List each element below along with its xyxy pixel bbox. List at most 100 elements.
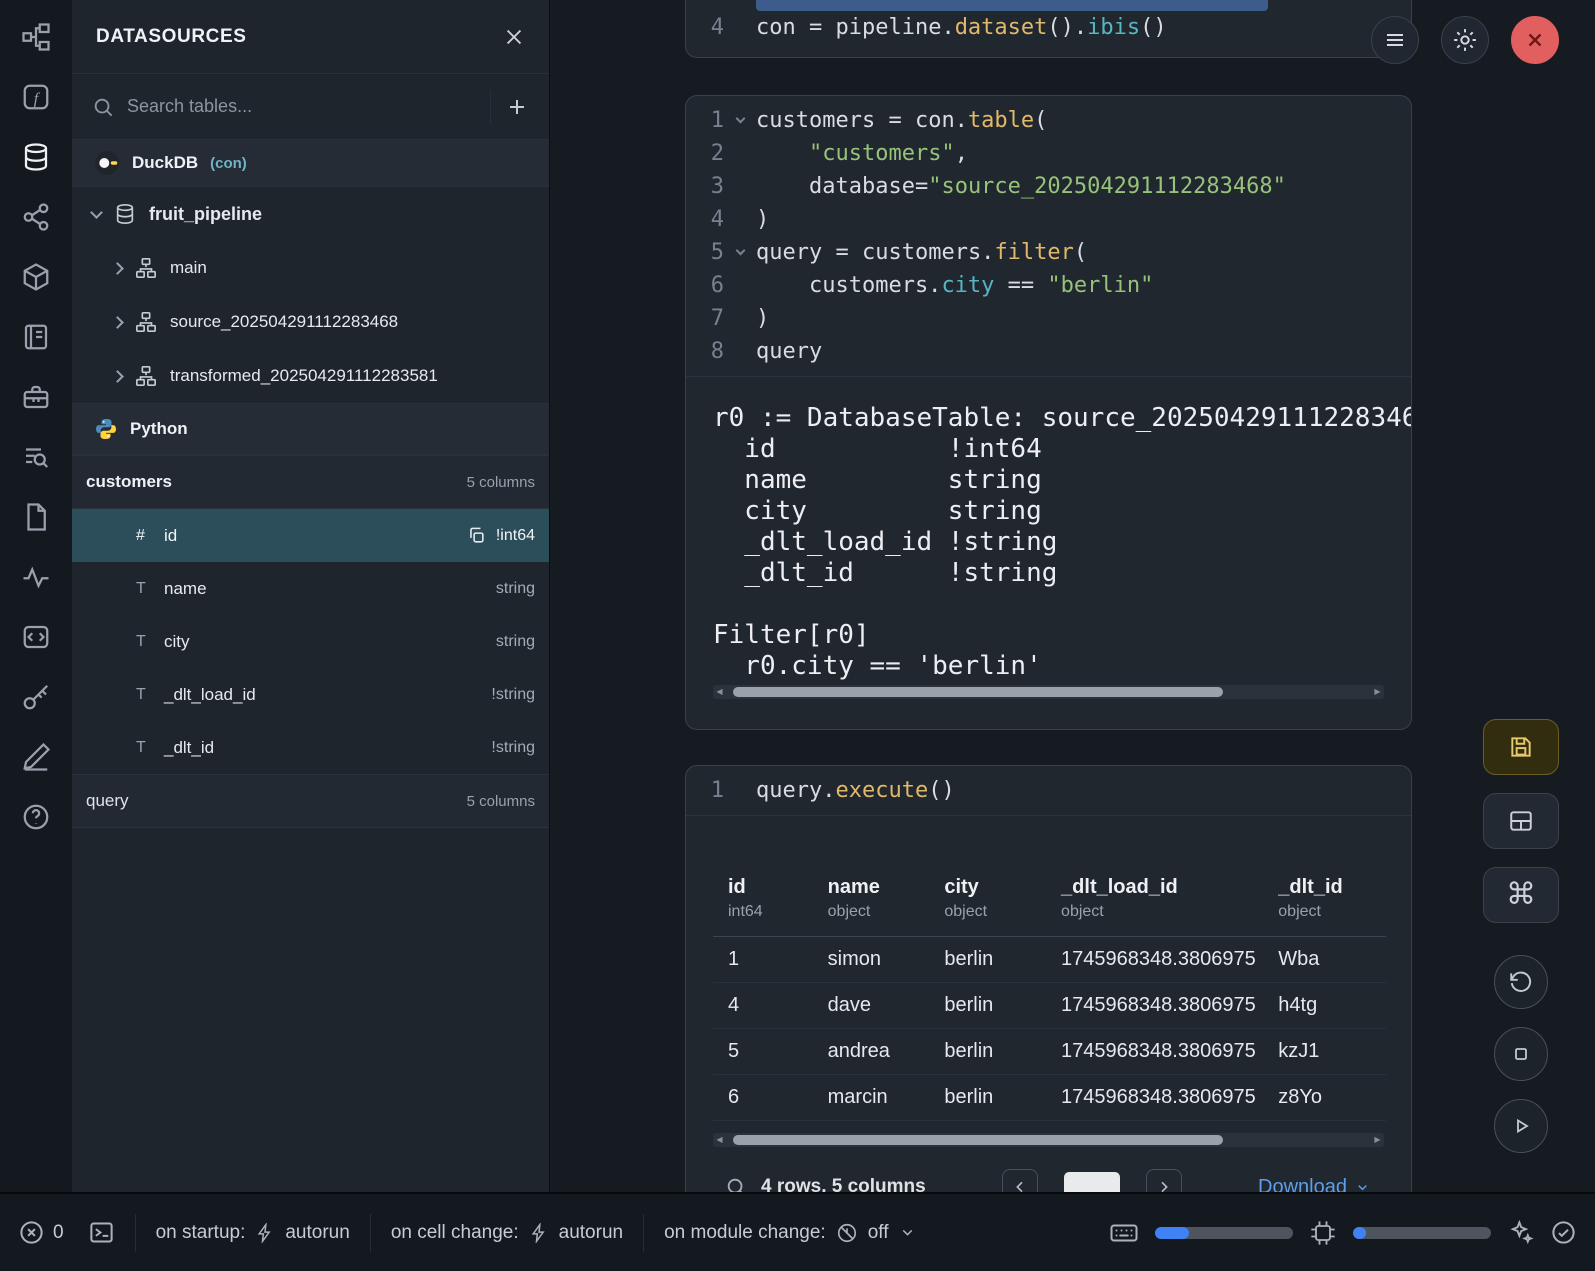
secrets-key-icon[interactable] (19, 680, 53, 714)
command-palette-button[interactable]: ⌘ (1483, 867, 1559, 923)
code-text[interactable]: con = pipeline.dataset().ibis() (756, 11, 1167, 44)
layout-button[interactable] (1483, 793, 1559, 849)
table-row[interactable]: 4daveberlin1745968348.3806975h4tg (713, 983, 1386, 1029)
chevron-down-icon (90, 206, 103, 219)
on-cell-change-setting[interactable]: on cell change: autorun (391, 1222, 623, 1244)
notebook-icon[interactable] (19, 320, 53, 354)
ibis-expression-output: r0 := DatabaseTable: source_202504291112… (713, 403, 1411, 682)
document-icon[interactable] (19, 500, 53, 534)
connected-status-icon[interactable] (1550, 1219, 1577, 1246)
line-number: 5 (686, 236, 724, 269)
scroll-left-icon[interactable]: ◀ (713, 1133, 726, 1147)
datasources-icon[interactable] (19, 140, 53, 174)
on-cell-change-value: autorun (559, 1222, 623, 1244)
python-section[interactable]: Python (72, 403, 549, 455)
code-editor[interactable]: 1customers = con.table( 2 "customers", 3… (686, 96, 1411, 376)
fold-chevron-icon[interactable] (735, 246, 745, 256)
code-cell-query[interactable]: 1customers = con.table( 2 "customers", 3… (685, 95, 1412, 730)
scroll-right-icon[interactable]: ▶ (1371, 1133, 1384, 1147)
column-row-dlt-load-id[interactable]: T _dlt_load_id !string (72, 668, 549, 721)
undo-button[interactable] (1494, 955, 1548, 1009)
packages-icon[interactable] (19, 260, 53, 294)
duckdb-connection[interactable]: DuckDB (con) (72, 140, 549, 187)
scrollbar-thumb[interactable] (733, 687, 1223, 697)
copy-icon[interactable] (467, 526, 486, 545)
marimo-app: f DATASOURCES DuckDB (con) (0, 0, 1595, 1271)
on-cell-change-label: on cell change: (391, 1222, 519, 1244)
function-icon[interactable]: f (19, 80, 53, 114)
terminal-button[interactable] (88, 1219, 115, 1246)
toolbox-icon[interactable] (19, 380, 53, 414)
notebook-toolbar (1371, 16, 1559, 64)
line-number: 2 (686, 137, 724, 170)
file-tree-icon[interactable] (19, 20, 53, 54)
horizontal-scrollbar[interactable]: ◀ ▶ (713, 1133, 1384, 1147)
ai-sparkles-icon[interactable] (1507, 1219, 1534, 1246)
on-startup-setting[interactable]: on startup: autorun (156, 1222, 350, 1244)
help-icon[interactable] (19, 800, 53, 834)
shutdown-button[interactable] (1511, 16, 1559, 64)
divider (135, 1214, 136, 1252)
tree-item-transformed-schema[interactable]: transformed_202504291112283581 (72, 349, 549, 403)
horizontal-scrollbar[interactable]: ◀ ▶ (713, 685, 1384, 699)
cpu-usage-meter[interactable] (1353, 1227, 1491, 1239)
search-outline-icon[interactable] (19, 440, 53, 474)
next-page-button[interactable] (1146, 1169, 1182, 1192)
download-button[interactable]: Download (1258, 1176, 1370, 1193)
schema-icon (135, 365, 157, 387)
column-count: 5 columns (467, 474, 535, 491)
column-row-city[interactable]: T city string (72, 615, 549, 668)
selection-highlight (756, 0, 1268, 11)
cell-action-stack: ⌘ (1483, 719, 1559, 1153)
run-button[interactable] (1494, 1099, 1548, 1153)
column-row-dlt-id[interactable]: T _dlt_id !string (72, 721, 549, 774)
chevron-right-icon (111, 262, 124, 275)
line-number: 4 (686, 11, 724, 44)
scroll-left-icon[interactable]: ◀ (713, 685, 726, 699)
line-number: 6 (686, 269, 724, 302)
column-dtype: !string (491, 686, 535, 704)
tree-item-fruit-pipeline[interactable]: fruit_pipeline (72, 187, 549, 241)
column-row-id[interactable]: # id !int64 (72, 509, 549, 562)
code-cell-execute[interactable]: 1query.execute() idint64 nameobject city… (685, 765, 1412, 1192)
numeric-type-icon: # (136, 527, 164, 545)
lightning-icon (529, 1223, 549, 1243)
search-rows-icon[interactable] (725, 1176, 747, 1192)
fold-chevron-icon[interactable] (735, 114, 745, 124)
tree-item-main[interactable]: main (72, 241, 549, 295)
save-button[interactable] (1483, 719, 1559, 775)
settings-button[interactable] (1441, 16, 1489, 64)
table-customers[interactable]: customers 5 columns (72, 455, 549, 509)
error-indicator[interactable]: 0 (18, 1219, 64, 1246)
connection-badge: (con) (210, 155, 247, 172)
tree-item-source-schema[interactable]: source_202504291112283468 (72, 295, 549, 349)
column-row-name[interactable]: T name string (72, 562, 549, 615)
previous-page-button[interactable] (1002, 1169, 1038, 1192)
table-footer: 4 rows, 5 columns Download (713, 1163, 1384, 1192)
keyboard-activity-meter[interactable] (1155, 1227, 1293, 1239)
close-panel-button[interactable] (503, 26, 525, 48)
scratchpad-icon[interactable] (19, 620, 53, 654)
add-datasource-button[interactable] (505, 95, 529, 119)
text-type-icon: T (136, 686, 164, 704)
code-cell-connection[interactable]: 4 con = pipeline.dataset().ibis() (685, 0, 1412, 58)
pen-icon[interactable] (19, 740, 53, 774)
scrollbar-thumb[interactable] (733, 1135, 1223, 1145)
row-count-summary: 4 rows, 5 columns (761, 1176, 926, 1192)
status-bar: 0 on startup: autorun on cell change: au… (0, 1192, 1595, 1271)
tracing-icon[interactable] (19, 560, 53, 594)
table-row[interactable]: 1simonberlin1745968348.3806975Wba (713, 937, 1386, 983)
column-dtype: !int64 (496, 527, 535, 545)
on-startup-value: autorun (285, 1222, 349, 1244)
search-tables-input[interactable] (127, 96, 476, 117)
scroll-right-icon[interactable]: ▶ (1371, 685, 1384, 699)
menu-button[interactable] (1371, 16, 1419, 64)
dependency-graph-icon[interactable] (19, 200, 53, 234)
table-row[interactable]: 5andreaberlin1745968348.3806975kzJ1 (713, 1029, 1386, 1075)
on-module-change-setting[interactable]: on module change: off (664, 1222, 915, 1244)
line-number: 4 (686, 203, 724, 236)
table-row[interactable]: 6marcinberlin1745968348.3806975z8Yo (713, 1075, 1386, 1121)
stop-button[interactable] (1494, 1027, 1548, 1081)
code-editor[interactable]: 1query.execute() (686, 766, 1411, 816)
table-query[interactable]: query 5 columns (72, 774, 549, 828)
